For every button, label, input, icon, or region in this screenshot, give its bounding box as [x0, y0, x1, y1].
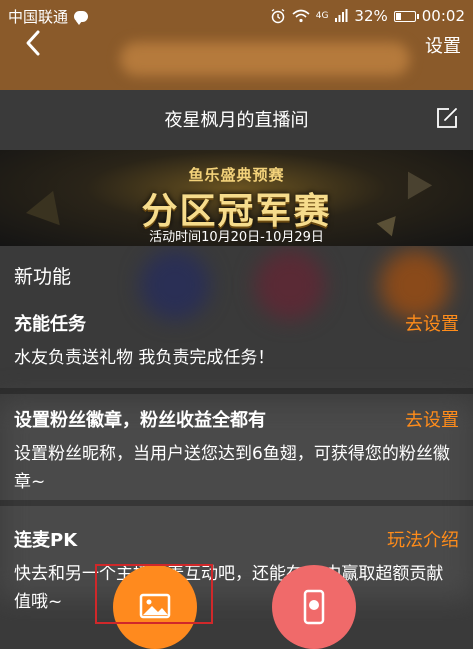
- status-left: 中国联通: [8, 6, 89, 27]
- feature-action-link[interactable]: 去设置: [405, 406, 459, 432]
- battery-percent: 32%: [354, 7, 388, 25]
- wifi-icon: [292, 9, 310, 23]
- selection-highlight: [95, 564, 213, 624]
- edit-button[interactable]: [435, 106, 459, 130]
- clock: 00:02: [421, 7, 465, 25]
- feature-desc: 快去和另一个主播连麦互动吧，还能在PK中赢取超额贡献值哦~: [14, 564, 444, 612]
- battery-icon: [393, 10, 419, 22]
- room-title: 夜星枫月的直播间: [164, 110, 309, 131]
- feature-action-link[interactable]: 玩法介绍: [387, 526, 459, 552]
- phone-icon: [303, 589, 325, 625]
- settings-link[interactable]: 设置: [425, 32, 461, 58]
- feature-action-link[interactable]: 去设置: [405, 310, 459, 336]
- event-banner[interactable]: 鱼乐盛典预赛 分区冠军赛 活动时间10月20日-10月29日: [0, 150, 473, 246]
- battery-fill: [395, 12, 401, 20]
- carrier-name: 中国联通: [8, 7, 69, 26]
- section-label: 新功能: [14, 266, 72, 288]
- bg-blob: [140, 250, 210, 320]
- feature-title: 充能任务: [14, 314, 86, 335]
- status-right: 4G 32% 00:02: [270, 7, 465, 25]
- back-button[interactable]: [20, 28, 50, 58]
- signal-icon: [335, 9, 348, 22]
- banner-date: 活动时间10月20日-10月29日: [149, 230, 324, 245]
- bg-blob: [255, 250, 325, 320]
- alarm-icon: [271, 8, 285, 24]
- top-header: 设置: [0, 28, 473, 58]
- divider: [0, 500, 473, 506]
- feature-desc: 水友负责送礼物 我负责完成任务！: [14, 348, 275, 368]
- divider: [0, 388, 473, 394]
- message-icon: [74, 10, 89, 25]
- feature-title: 设置粉丝徽章，粉丝收益全都有: [14, 410, 266, 431]
- phone-button[interactable]: [272, 565, 356, 649]
- signal-label: 4G: [315, 11, 329, 21]
- room-title-bar: 夜星枫月的直播间: [0, 98, 473, 140]
- edit-icon: [437, 108, 457, 128]
- feature-desc: 设置粉丝昵称，当用户送您达到6鱼翅，可获得您的粉丝徽章~: [14, 444, 450, 492]
- feature-title: 连麦PK: [14, 530, 78, 551]
- back-arrow-icon: [26, 30, 40, 56]
